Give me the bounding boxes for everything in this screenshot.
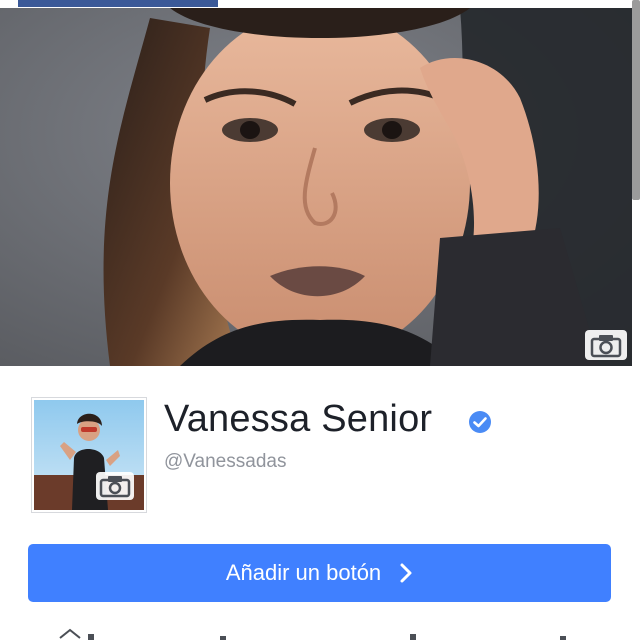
chevron-right-icon — [400, 563, 412, 583]
profile-camera-button[interactable] — [96, 472, 134, 500]
profile-picture[interactable] — [32, 398, 146, 512]
camera-icon — [590, 335, 622, 358]
cover-camera-button[interactable] — [585, 330, 627, 360]
add-button-cta[interactable]: Añadir un botón — [28, 544, 611, 602]
page-username[interactable]: @Vanessadas — [164, 451, 286, 473]
page-name: Vanessa Senior — [164, 398, 433, 440]
scrollbar[interactable] — [632, 0, 640, 200]
cover-photo-image — [0, 8, 632, 366]
verified-check-icon — [469, 411, 491, 433]
active-tab-indicator — [18, 0, 218, 7]
partial-action-row — [59, 628, 566, 640]
cover-photo[interactable] — [0, 8, 632, 366]
camera-icon — [99, 476, 131, 498]
add-button-label: Añadir un botón — [225, 560, 382, 585]
